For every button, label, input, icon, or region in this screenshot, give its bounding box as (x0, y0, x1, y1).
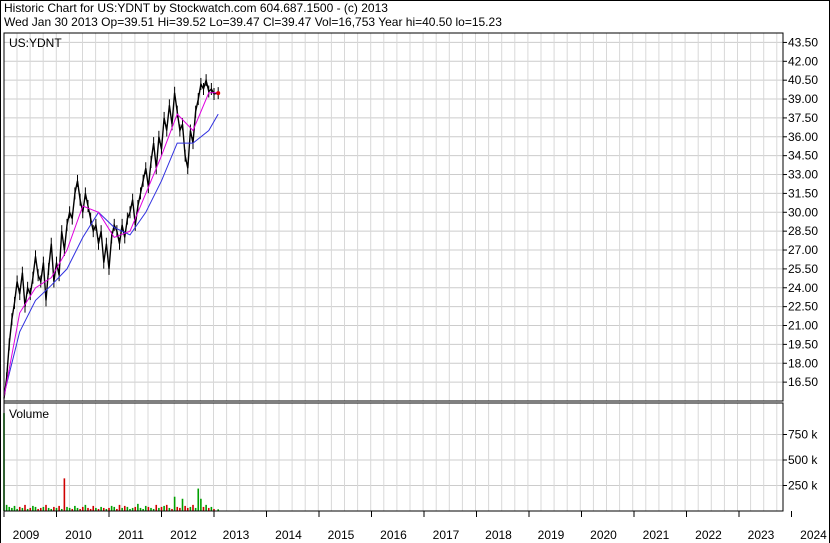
year-tick-label: 2017 (433, 528, 460, 542)
stock-chart: 43.50 42.00 40.50 39.00 37.50 36.00 34.50 33.00… (0, 0, 830, 543)
volume-bar (126, 506, 129, 511)
price-tick-label: 33.00 (788, 168, 818, 182)
volume-bar (24, 504, 26, 511)
volume-bar (110, 505, 113, 511)
volume-bar (163, 505, 165, 511)
year-tick-label: 2020 (590, 528, 617, 542)
price-panel-title: US:YDNT (9, 36, 62, 50)
year-tick-label: 2018 (485, 528, 512, 542)
volume-bar (189, 506, 192, 511)
volume-bar (13, 505, 16, 511)
price-series-line (3, 113, 219, 395)
price-tick-label: 16.50 (788, 375, 818, 389)
volume-bar (165, 504, 168, 511)
price-tick-label: 19.50 (788, 337, 818, 351)
price-tick-label: 42.00 (788, 54, 818, 68)
volume-bar (58, 505, 60, 511)
price-tick-label: 25.50 (788, 262, 818, 276)
year-tick-label: 2014 (275, 528, 302, 542)
volume-bar (113, 506, 116, 511)
volume-bar (197, 488, 200, 511)
year-tick-label: 2009 (13, 528, 40, 542)
year-tick-label: 2015 (328, 528, 355, 542)
volume-bar (81, 506, 84, 511)
year-tick-label: 2021 (643, 528, 670, 542)
volume-bar (184, 505, 186, 511)
volume-bar (144, 505, 147, 511)
price-tick-label: 34.50 (788, 149, 818, 163)
volume-bar (74, 505, 76, 511)
volume-bar (192, 504, 194, 511)
price-tick-label: 43.50 (788, 35, 818, 49)
price-tick-label: 24.00 (788, 281, 818, 295)
year-tick-label: 2011 (118, 528, 144, 542)
year-tick-label: 2019 (538, 528, 565, 542)
price-tick-label: 36.00 (788, 130, 818, 144)
price-tick-label: 31.50 (788, 186, 818, 200)
volume-tick-label: 500 k (788, 453, 818, 467)
last-price-marker (216, 91, 221, 96)
volume-bar (200, 498, 202, 511)
volume-bar (32, 505, 34, 511)
year-tick-label: 2024 (800, 528, 827, 542)
volume-bar (160, 506, 163, 511)
price-tick-label: 39.00 (788, 92, 818, 106)
volume-bar (66, 506, 68, 511)
volume-bar (92, 505, 95, 511)
price-tick-label: 30.00 (788, 205, 818, 219)
volume-tick-label: 250 k (788, 479, 818, 493)
volume-bar (205, 504, 207, 511)
volume-bar (118, 504, 121, 511)
year-tick-label: 2010 (65, 528, 92, 542)
volume-bar (8, 506, 11, 511)
volume-bar (181, 498, 184, 511)
volume-bar (63, 478, 66, 511)
volume-bar (176, 506, 179, 511)
year-tick-label: 2016 (380, 528, 407, 542)
price-panel-frame (3, 32, 784, 402)
volume-panel-title: Volume (9, 407, 49, 421)
volume-bar (173, 496, 176, 511)
year-tick-label: 2022 (695, 528, 722, 542)
volume-bar (42, 506, 45, 511)
volume-bar (53, 506, 55, 511)
volume-bar (147, 506, 150, 511)
volume-bar (34, 506, 37, 511)
volume-bar (45, 504, 47, 511)
price-tick-label: 40.50 (788, 73, 818, 87)
volume-bar (100, 506, 102, 511)
price-tick-label: 28.50 (788, 224, 818, 238)
volume-bar (5, 504, 8, 511)
price-tick-label: 37.50 (788, 111, 818, 125)
year-tick-label: 2012 (170, 528, 197, 542)
price-tick-label: 22.50 (788, 300, 818, 314)
volume-bar (210, 506, 213, 511)
price-tick-label: 18.00 (788, 356, 818, 370)
volume-bar (202, 506, 205, 511)
volume-bar (18, 506, 21, 511)
year-tick-label: 2013 (223, 528, 250, 542)
volume-bar (134, 506, 137, 511)
price-series-line (3, 77, 219, 399)
volume-tick-label: 750 k (788, 428, 818, 442)
volume-bar (155, 504, 158, 511)
volume-bar (84, 504, 87, 511)
price-tick-label: 21.00 (788, 319, 818, 333)
volume-bar (123, 505, 126, 511)
year-tick-label: 2023 (748, 528, 775, 542)
price-tick-label: 27.00 (788, 243, 818, 257)
volume-panel-frame (3, 402, 784, 512)
volume-bar (137, 503, 139, 511)
